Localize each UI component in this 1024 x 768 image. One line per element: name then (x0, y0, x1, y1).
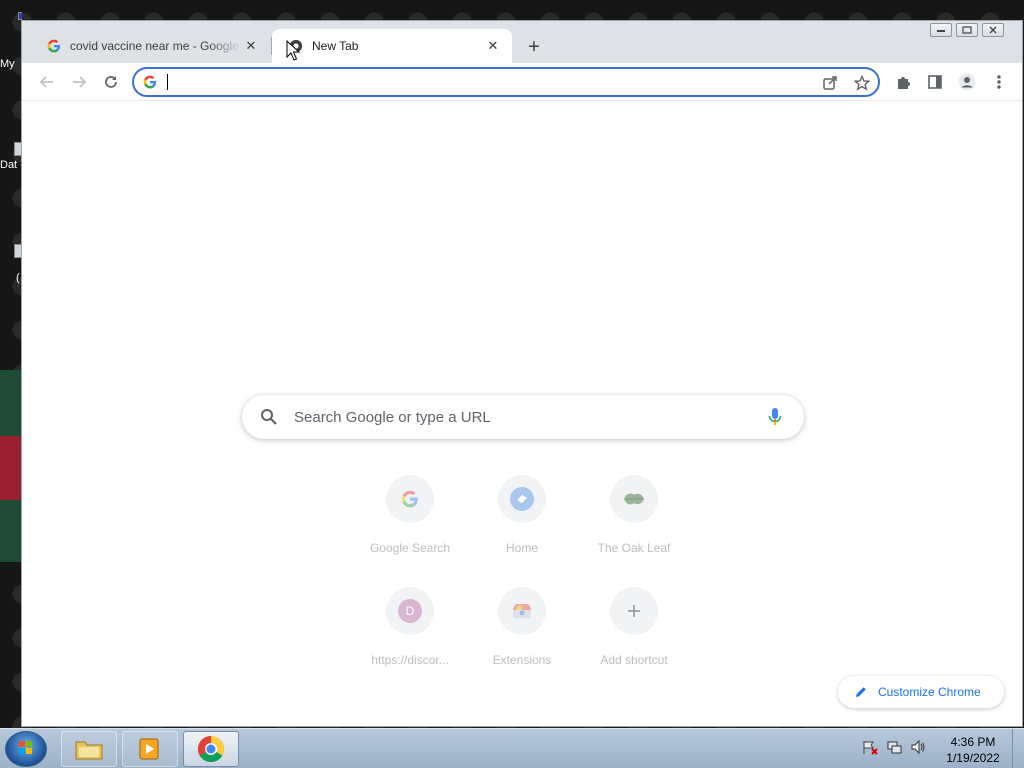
shortcut-home[interactable]: Home (466, 475, 578, 587)
shortcut-discord[interactable]: D https://discor... (354, 587, 466, 699)
search-placeholder: Search Google or type a URL (294, 409, 491, 426)
text-caret (167, 74, 168, 90)
wallpaper-stripe (0, 370, 22, 436)
reload-button[interactable] (98, 69, 124, 95)
taskbar-media-player[interactable] (122, 731, 178, 767)
media-player-icon (139, 738, 159, 760)
chrome-icon (197, 735, 225, 763)
tab-title: New Tab (312, 39, 359, 53)
desktop-icon-label: Dat (0, 159, 18, 171)
oak-leaf-icon (610, 475, 658, 523)
letter-d-icon: D (386, 587, 434, 635)
address-input[interactable] (166, 73, 806, 91)
menu-button[interactable] (986, 69, 1012, 95)
clock-time: 4:36 PM (950, 735, 996, 749)
arrow-left-icon (39, 76, 53, 88)
window-controls (926, 23, 1004, 37)
close-window-button[interactable] (982, 23, 1004, 37)
chrome-web-store-icon (498, 587, 546, 635)
taskbar-clock[interactable]: 4:36 PM 1/19/2022 (940, 734, 1006, 766)
google-g-icon (46, 38, 62, 54)
desktop-icon-label: My (0, 58, 15, 70)
clock-date: 1/19/2022 (946, 751, 1000, 765)
shortcut-google-search[interactable]: Google Search (354, 475, 466, 587)
side-panel-icon (928, 75, 942, 89)
chrome-window: covid vaccine near me - Google Search ✕ … (21, 20, 1023, 727)
desktop-icon-app[interactable]: ( (0, 244, 22, 284)
network-icon[interactable] (886, 739, 902, 755)
pencil-icon (856, 687, 866, 697)
desktop-icon-my[interactable]: My (0, 12, 22, 70)
close-tab-icon[interactable]: ✕ (484, 37, 502, 55)
new-tab-page: Search Google or type a URL Google Searc… (22, 101, 1022, 726)
bookmark-star-icon[interactable] (852, 73, 872, 93)
taskbar: 4:36 PM 1/19/2022 (0, 728, 1024, 768)
new-tab-button[interactable]: + (521, 34, 547, 60)
arrow-right-icon (73, 76, 87, 88)
close-tab-icon[interactable]: ✕ (242, 37, 260, 55)
google-g-icon (386, 475, 434, 523)
plus-icon (610, 587, 658, 635)
customize-label: Customize Chrome (878, 685, 981, 699)
shortcut-label: The Oak Leaf (597, 541, 671, 555)
shortcut-extensions[interactable]: Extensions (466, 587, 578, 699)
tab-strip: covid vaccine near me - Google Search ✕ … (22, 21, 1022, 63)
home-ticket-icon (498, 475, 546, 523)
taskbar-explorer[interactable] (61, 731, 117, 767)
computer-icon (18, 12, 22, 20)
desktop-icon-dat[interactable]: Dat (0, 142, 22, 171)
share-icon[interactable] (820, 73, 840, 93)
shortcut-label: Extensions (492, 653, 552, 667)
kebab-menu-icon (997, 75, 1001, 89)
shortcut-add[interactable]: Add shortcut (578, 587, 690, 699)
forward-button[interactable] (66, 69, 92, 95)
puzzle-icon (898, 77, 910, 89)
system-tray (862, 739, 926, 755)
reload-icon (105, 76, 117, 88)
profile-button[interactable] (954, 69, 980, 95)
mouse-cursor-icon (286, 39, 301, 67)
show-desktop-button[interactable] (1012, 729, 1024, 768)
maximize-button[interactable] (956, 23, 978, 37)
windows-logo-icon (19, 741, 32, 754)
letter-avatar: D (398, 599, 422, 623)
shortcut-label: Google Search (369, 541, 451, 555)
avatar-icon (958, 73, 976, 91)
folder-icon (75, 741, 103, 760)
start-button[interactable] (5, 731, 47, 767)
ntp-search-box[interactable]: Search Google or type a URL (242, 395, 804, 439)
tab-title: covid vaccine near me - Google Search (70, 39, 242, 53)
wallpaper-stripe (0, 500, 22, 562)
shortcut-oak-leaf[interactable]: The Oak Leaf (578, 475, 690, 587)
browser-toolbar (22, 63, 1022, 101)
address-bar[interactable] (132, 67, 880, 97)
action-center-flag-icon[interactable] (862, 739, 878, 755)
volume-icon[interactable] (910, 739, 926, 755)
shortcut-label: https://discor... (371, 653, 449, 667)
back-button[interactable] (34, 69, 60, 95)
extensions-button[interactable] (890, 69, 916, 95)
search-icon (260, 408, 278, 431)
google-g-icon (143, 75, 159, 91)
side-panel-button[interactable] (922, 69, 948, 95)
taskbar-chrome[interactable] (183, 731, 239, 767)
minimize-button[interactable] (930, 23, 952, 37)
wallpaper-stripe (0, 436, 22, 500)
shortcut-label: Home (505, 541, 538, 555)
microphone-icon[interactable] (768, 407, 782, 432)
tab-new-tab[interactable]: New Tab ✕ (272, 29, 512, 63)
tab-covid-search[interactable]: covid vaccine near me - Google Search ✕ (30, 29, 270, 63)
customize-chrome-button[interactable]: Customize Chrome (838, 676, 1004, 708)
shortcut-label: Add shortcut (600, 653, 668, 667)
